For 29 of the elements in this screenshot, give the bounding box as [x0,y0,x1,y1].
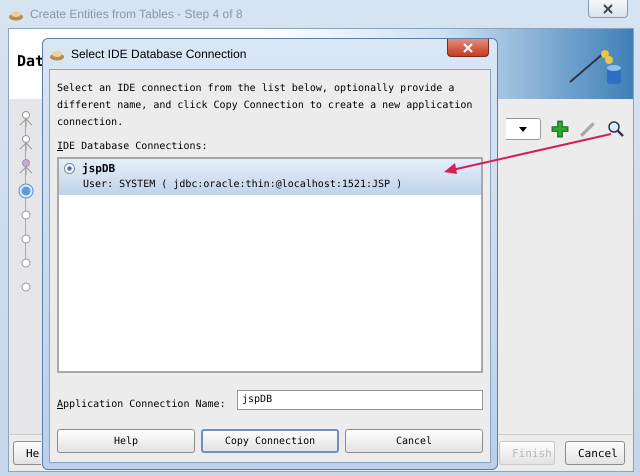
dialog-button[interactable]: Cancel [345,429,483,453]
field-label: Application Connection Name: [57,399,226,410]
connection-item[interactable]: jspDB User: SYSTEM ( jdbc:oracle:thin:@localhost:1521:JSP ) [59,159,481,195]
window-title: Create Entities from Tables - Step 4 of 8 [30,7,243,21]
close-icon [463,42,473,52]
dialog-button[interactable]: Help [57,429,195,453]
wizard-button[interactable]: Cancel [565,441,625,465]
dialog-button[interactable]: Copy Connection [201,429,339,453]
connection-name-field[interactable]: jspDB [237,390,483,410]
connection-name: jspDB [82,162,116,175]
current-step-icon[interactable] [18,183,34,199]
instructions-text: Select an IDE connection from the list below, optionally provide a different name, and click Copy Connection to create a new application connection. [57,82,474,130]
page-heading: Dat [17,52,44,70]
connection-details: User: SYSTEM ( jdbc:oracle:thin:@localhost:1521:JSP ) [83,179,404,190]
close-icon [603,4,613,14]
close-button[interactable] [447,39,489,57]
wizard-button[interactable]: He [13,441,41,465]
close-button[interactable] [588,0,628,18]
completed-step-icon[interactable] [18,111,34,127]
search-icon[interactable] [607,120,625,138]
caret-icon [519,126,527,132]
dropdown[interactable] [506,118,541,140]
radio-button[interactable] [64,163,75,174]
add-icon[interactable] [551,120,569,138]
pencil-icon[interactable] [579,120,597,138]
completed-step-icon[interactable] [18,159,34,175]
dialog-title: Select IDE Database Connection [71,47,246,61]
completed-step-icon[interactable] [18,135,34,151]
list-label: IDE Database Connections: [57,141,209,152]
